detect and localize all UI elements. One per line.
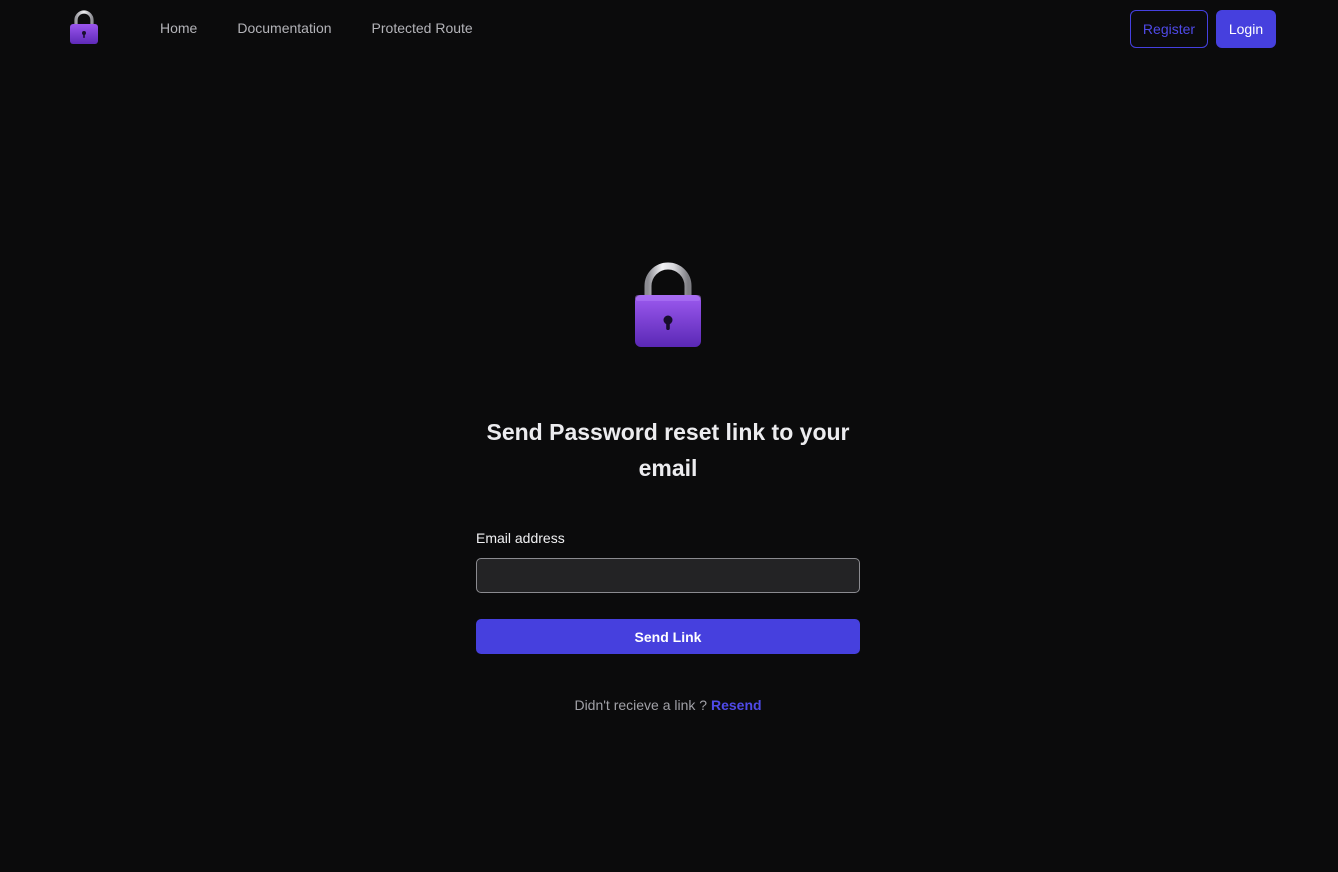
login-button[interactable]: Login [1216, 10, 1276, 48]
page-title: Send Password reset link to your email [486, 419, 850, 481]
nav-link-documentation[interactable]: Documentation [237, 20, 331, 36]
send-link-button[interactable]: Send Link [476, 619, 860, 654]
nav-link-home[interactable]: Home [160, 20, 197, 36]
email-label: Email address [476, 530, 565, 546]
resend-link[interactable]: Resend [711, 697, 762, 713]
email-field[interactable] [476, 558, 860, 593]
resend-row: Didn't recieve a link ? Resend [468, 697, 868, 713]
navbar: Home Documentation Protected Route Regis… [0, 0, 1338, 58]
register-button[interactable]: Register [1130, 10, 1208, 48]
lock-icon[interactable] [68, 10, 100, 46]
lock-icon [631, 262, 705, 350]
nav-links: Home Documentation Protected Route [160, 20, 473, 36]
resend-prompt: Didn't recieve a link ? [574, 697, 708, 713]
nav-link-protected-route[interactable]: Protected Route [372, 20, 473, 36]
